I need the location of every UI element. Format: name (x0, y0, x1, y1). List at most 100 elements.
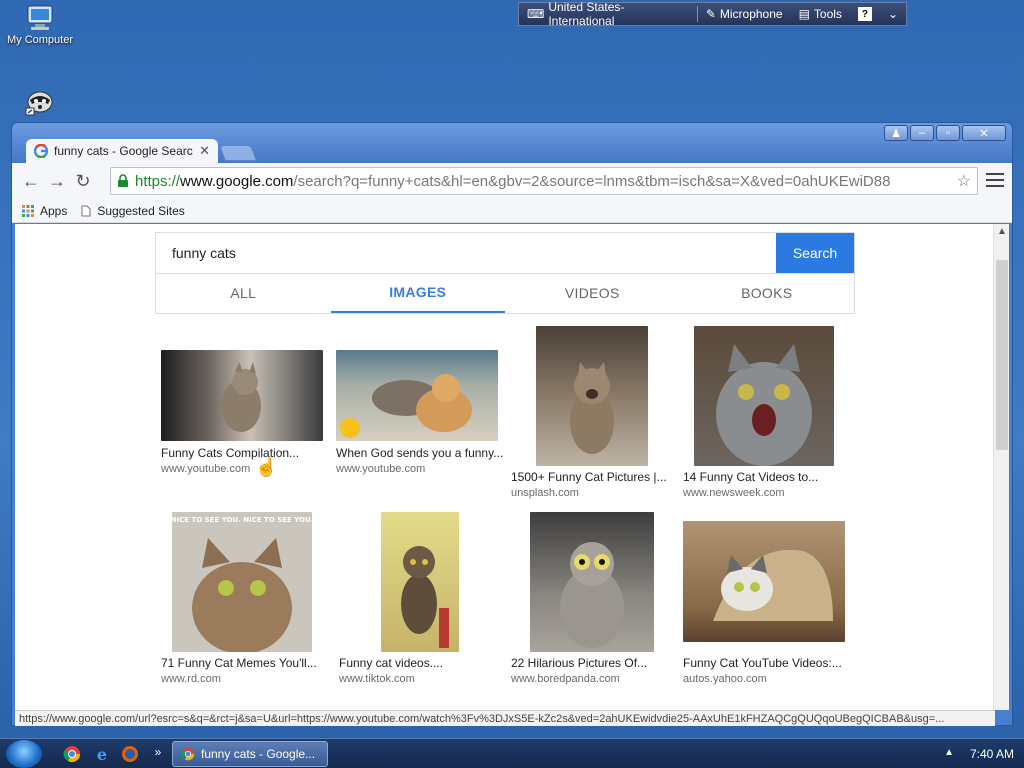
desktop-icon-my-computer[interactable]: My Computer (4, 2, 76, 46)
scroll-thumb[interactable] (996, 260, 1008, 450)
mouse-cursor-icon: ☝ (255, 457, 278, 477)
search-input[interactable]: funny cats (156, 233, 776, 273)
language-selector[interactable]: ⌨ United States-International (519, 0, 697, 28)
desktop-icon-label: My Computer (6, 34, 74, 46)
result-source: www.tiktok.com (339, 673, 415, 685)
close-icon: ✕ (979, 127, 989, 140)
language-bar: ⌨ United States-International ✎ Micropho… (518, 0, 907, 28)
user-profile-button[interactable]: ♟ (884, 125, 908, 141)
bookmark-label: Suggested Sites (97, 203, 185, 218)
computer-icon (24, 2, 56, 34)
search-button[interactable]: Search (776, 233, 854, 273)
microphone-button[interactable]: ✎ Microphone (698, 3, 791, 25)
svg-text:e: e (97, 745, 107, 763)
result-source: unsplash.com (511, 487, 579, 499)
tab-videos[interactable]: VIDEOS (505, 273, 680, 313)
tab-all[interactable]: ALL (156, 273, 331, 313)
internet-explorer-icon[interactable]: e (92, 744, 112, 764)
maximize-button[interactable]: ▫ (936, 125, 960, 141)
result-thumbnail[interactable]: NICE TO SEE YOU. NICE TO SEE YOU. (172, 512, 312, 652)
firefox-icon[interactable] (120, 744, 140, 764)
keyboard-icon: ⌨ (527, 7, 545, 21)
bookmark-suggested-sites[interactable]: Suggested Sites (81, 203, 185, 218)
apps-grid-icon (22, 204, 34, 217)
result-source: www.boredpanda.com (511, 673, 620, 685)
star-icon[interactable]: ☆ (957, 171, 971, 191)
result-source: www.newsweek.com (683, 487, 785, 499)
start-button[interactable] (6, 740, 42, 768)
help-button[interactable]: ? (850, 3, 880, 25)
result-caption: Funny cat videos.... (339, 656, 444, 670)
search-box: funny cats Search (155, 232, 855, 274)
close-button[interactable]: ✕ (962, 125, 1006, 141)
address-bar[interactable]: https://www.google.com/search?q=funny+ca… (110, 167, 978, 195)
browser-menu-button[interactable] (986, 171, 1004, 189)
bookmarks-bar: Apps Suggested Sites (12, 199, 1012, 223)
bookmark-label: Apps (40, 203, 68, 218)
new-tab-button[interactable] (219, 145, 257, 161)
result-caption: 1500+ Funny Cat Pictures |... (511, 470, 667, 484)
result-caption: 14 Funny Cat Videos to... (683, 470, 819, 484)
chevron-right-icon[interactable]: » (148, 742, 168, 762)
scroll-up-icon[interactable]: ▲ (997, 226, 1007, 237)
chrome-icon[interactable] (62, 744, 82, 764)
result-thumbnail[interactable] (530, 512, 654, 652)
browser-window: ♟ – ▫ ✕ funny cats - Google Search ✕ ← →… (11, 122, 1013, 726)
tab-close-icon[interactable]: ✕ (199, 143, 210, 159)
taskbar-button-chrome[interactable]: funny cats - Google... (172, 741, 328, 767)
tools-label: Tools (813, 7, 842, 21)
browser-toolbar: ← → ↻ https://www.google.com/search?q=fu… (12, 163, 1012, 199)
address-url: https://www.google.com/search?q=funny+ca… (135, 172, 891, 190)
tab-books[interactable]: BOOKS (680, 273, 855, 313)
back-button[interactable]: ← (18, 168, 44, 194)
vertical-scrollbar[interactable]: ▲ (993, 224, 1009, 710)
tools-icon: ▤ (798, 7, 810, 21)
result-thumbnail[interactable] (381, 512, 459, 652)
tab-title: funny cats - Google Search (54, 144, 194, 158)
minimize-icon: – (918, 127, 926, 139)
help-icon: ? (857, 7, 872, 21)
result-source: www.youtube.com (336, 463, 426, 475)
raccoon-icon (24, 84, 56, 116)
status-bar-url: https://www.google.com/url?esrc=s&q=&rct… (15, 710, 995, 726)
desktop-icon-raccoon[interactable] (20, 84, 60, 116)
page-content: funny cats Search ALL IMAGES VIDEOS BOOK… (15, 224, 1009, 710)
browser-tab[interactable]: funny cats - Google Search ✕ (26, 139, 218, 163)
tab-images[interactable]: IMAGES (330, 273, 505, 313)
system-clock[interactable]: 7:40 AM (970, 747, 1014, 761)
window-titlebar[interactable]: ♟ – ▫ ✕ funny cats - Google Search ✕ (12, 123, 1012, 163)
taskbar-button-label: funny cats - Google... (201, 747, 316, 761)
microphone-label: Microphone (719, 7, 783, 21)
chevron-down-icon: ⌄ (887, 7, 898, 21)
user-icon: ♟ (891, 127, 901, 140)
result-thumbnail[interactable] (683, 521, 845, 642)
arrow-left-icon: ← (22, 170, 40, 191)
tools-button[interactable]: ▤ Tools (791, 3, 850, 25)
result-thumbnail[interactable] (536, 326, 648, 466)
language-label: United States-International (548, 0, 625, 28)
result-source: autos.yahoo.com (683, 673, 767, 685)
bookmark-apps[interactable]: Apps (22, 204, 67, 218)
result-source: www.rd.com (161, 673, 221, 685)
search-tabs: ALL IMAGES VIDEOS BOOKS (155, 273, 855, 314)
result-caption: 71 Funny Cat Memes You'll... (161, 656, 317, 670)
minimize-button[interactable]: – (910, 125, 934, 141)
langbar-options-button[interactable]: ⌄ (880, 3, 906, 25)
lock-icon (118, 174, 128, 187)
meme-text: NICE TO SEE YOU. NICE TO SEE YOU. (172, 516, 312, 524)
maximize-icon: ▫ (946, 127, 950, 139)
window-controls: ♟ – ▫ ✕ (884, 125, 1006, 141)
microphone-icon: ✎ (705, 7, 716, 21)
result-thumbnail[interactable] (161, 350, 323, 441)
arrow-right-icon: → (48, 170, 66, 191)
result-caption: Funny Cat YouTube Videos:... (683, 656, 842, 670)
forward-button[interactable]: → (44, 168, 70, 194)
reload-button[interactable]: ↻ (70, 168, 96, 194)
google-favicon-icon (34, 144, 48, 158)
result-caption: When God sends you a funny... (336, 446, 504, 460)
result-thumbnail[interactable] (336, 350, 498, 441)
tray-expand-icon[interactable]: ▲ (944, 747, 954, 758)
taskbar: e » funny cats - Google... ▲ 7:40 AM (0, 738, 1024, 768)
result-thumbnail[interactable] (694, 326, 834, 466)
reload-icon: ↻ (75, 170, 91, 191)
